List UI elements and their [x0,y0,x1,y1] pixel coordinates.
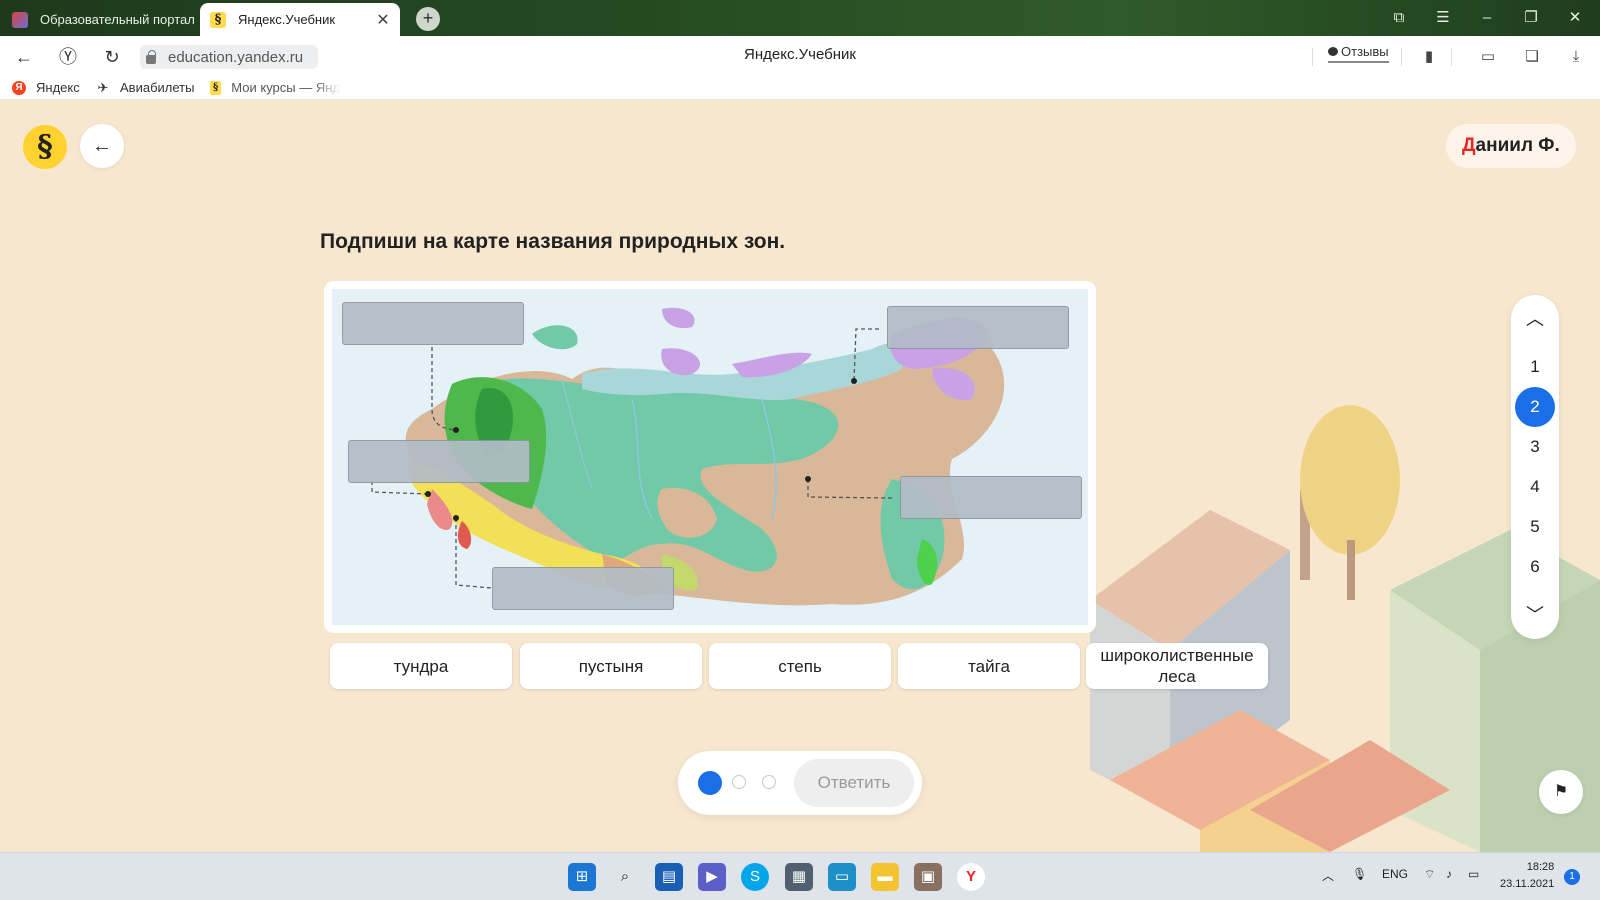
chevron-up-icon[interactable]: ︿ [1511,305,1559,331]
notification-badge[interactable]: 1 [1564,869,1580,885]
bookmark-icon[interactable]: ▮ [1417,46,1441,68]
new-tab-button[interactable]: + [416,7,440,31]
bookmark-label: Авиабилеты [120,80,195,95]
step-dot[interactable] [698,771,722,795]
time: 18:28 [1526,861,1555,873]
bookmarks-bar: Я Яндекс ✈ Авиабилеты § Мои курсы — Янд [0,78,1600,100]
user-name-rest: аниил Ф. [1475,135,1560,156]
drop-slot[interactable] [348,440,530,483]
menu-icon[interactable]: ☰ [1421,0,1465,36]
back-arrow-icon[interactable]: ← [10,44,38,70]
back-button[interactable]: ← [80,124,124,168]
task-number[interactable]: 6 [1515,547,1555,587]
feedback-label: Отзывы [1341,44,1389,59]
bookmark-yandex[interactable]: Я Яндекс [12,80,80,95]
widgets-icon[interactable]: ▤ [655,863,683,891]
bookmark-label: Яндекс [36,80,80,95]
reader-icon[interactable]: ❏ [1520,46,1544,68]
divider [1312,48,1313,66]
app-icon[interactable]: ▣ [914,863,942,891]
task-number[interactable]: 3 [1515,427,1555,467]
start-icon[interactable]: ⊞ [568,863,596,891]
drop-slot[interactable] [887,306,1069,349]
tab-portal[interactable]: Образовательный портал [0,3,198,36]
chevron-up-icon[interactable]: ︿ [1322,867,1334,884]
browser-tab-bar: Образовательный портал § Яндекс.Учебник … [0,0,1600,36]
tab-title: Яндекс.Учебник [238,12,336,27]
answer-chip[interactable]: тундра [330,643,512,689]
lock-icon [146,49,156,64]
drop-slot[interactable] [342,302,524,345]
wifi-icon[interactable]: ⌔ [1424,867,1435,882]
microphone-icon[interactable]: 🎙 [1352,867,1367,881]
answer-chip[interactable]: пустыня [520,643,702,689]
divider [1451,48,1452,66]
chat-icon[interactable]: ▶ [698,863,726,891]
step-dot[interactable] [732,775,746,789]
yandex-browser-icon[interactable]: Ⓨ [54,44,82,70]
map-card [324,281,1096,633]
folder-icon[interactable]: ▬ [871,863,899,891]
chat-bubble-icon [1328,47,1338,56]
chevron-down-icon[interactable]: ﹀ [1511,601,1559,627]
bookmark-label: Мои курсы — Янд [231,80,340,95]
divider [1401,48,1402,66]
feedback-button[interactable]: Отзывы [1328,44,1389,63]
minimize-icon[interactable]: – [1465,0,1509,36]
skype-icon[interactable]: S [741,863,769,891]
clock[interactable]: 18:28 23.11.2021 [1500,859,1554,893]
submit-answer-button[interactable]: Ответить [794,759,914,807]
restore-icon[interactable]: ❐ [1509,0,1553,36]
url-text: education.yandex.ru [168,48,304,66]
reload-icon[interactable]: ↻ [98,44,126,70]
download-icon[interactable]: ⤓ [1564,46,1588,68]
calculator-icon[interactable]: ▦ [785,863,813,891]
task-question: Подпиши на карте названия природных зон. [320,230,786,253]
task-number-current[interactable]: 2 [1515,387,1555,427]
drop-slot[interactable] [492,567,674,610]
portal-icon [12,11,28,28]
task-number[interactable]: 5 [1515,507,1555,547]
answer-chip[interactable]: степь [709,643,891,689]
tab-title: Образовательный портал [40,12,195,27]
uchebnik-logo[interactable]: § [23,125,67,169]
natural-zones-map [332,289,1088,625]
answer-bar: Ответить [678,751,922,815]
uchebnik-icon: § [210,11,226,28]
language-indicator[interactable]: ENG [1382,867,1408,881]
yandex-browser-icon[interactable]: Y [957,863,985,891]
drop-slot[interactable] [900,476,1082,519]
date: 23.11.2021 [1500,878,1555,890]
answer-chip[interactable]: широколиственные леса [1086,643,1268,689]
bookmark-my-courses[interactable]: § Мои курсы — Янд [210,80,340,95]
yandex-icon: Я [12,80,26,95]
user-initial: Д [1462,135,1476,156]
address-bar: ← Ⓨ ↻ education.yandex.ru Яндекс.Учебник… [0,36,1600,78]
tab-uchebnik[interactable]: § Яндекс.Учебник ✕ [200,3,400,36]
bookmark-avia[interactable]: ✈ Авиабилеты [96,79,195,95]
close-window-icon[interactable]: ✕ [1553,0,1597,36]
step-dot[interactable] [762,775,776,789]
url-field[interactable]: education.yandex.ru [140,45,318,69]
search-icon[interactable]: ⌕ [611,863,639,891]
task-pager: ︿ 1 2 3 4 5 6 ﹀ [1511,295,1559,639]
plane-icon: ✈ [97,79,109,95]
battery-saver-icon[interactable]: ▭ [1476,46,1500,68]
windows-taskbar: ⊞ ⌕ ▤ ▶ S ▦ ▭ ▬ ▣ Y ︿ 🎙 ENG ⌔ ♪ ▭ 18:28 … [0,852,1600,900]
answer-chip[interactable]: тайга [898,643,1080,689]
flag-icon[interactable]: ⚑ [1539,770,1583,814]
desktop-icon[interactable]: ▭ [828,863,856,891]
task-number[interactable]: 1 [1515,347,1555,387]
collections-icon[interactable]: ⧉ [1377,0,1421,36]
page-content: § ← Даниил Ф. Подпиши на карте названия … [0,100,1600,852]
close-tab-icon[interactable]: ✕ [372,10,394,30]
task-number[interactable]: 4 [1515,467,1555,507]
page-title: Яндекс.Учебник [744,46,856,63]
battery-icon[interactable]: ▭ [1468,867,1479,881]
uchebnik-icon: § [210,80,222,95]
user-name-button[interactable]: Даниил Ф. [1446,124,1576,168]
volume-icon[interactable]: ♪ [1446,867,1452,881]
